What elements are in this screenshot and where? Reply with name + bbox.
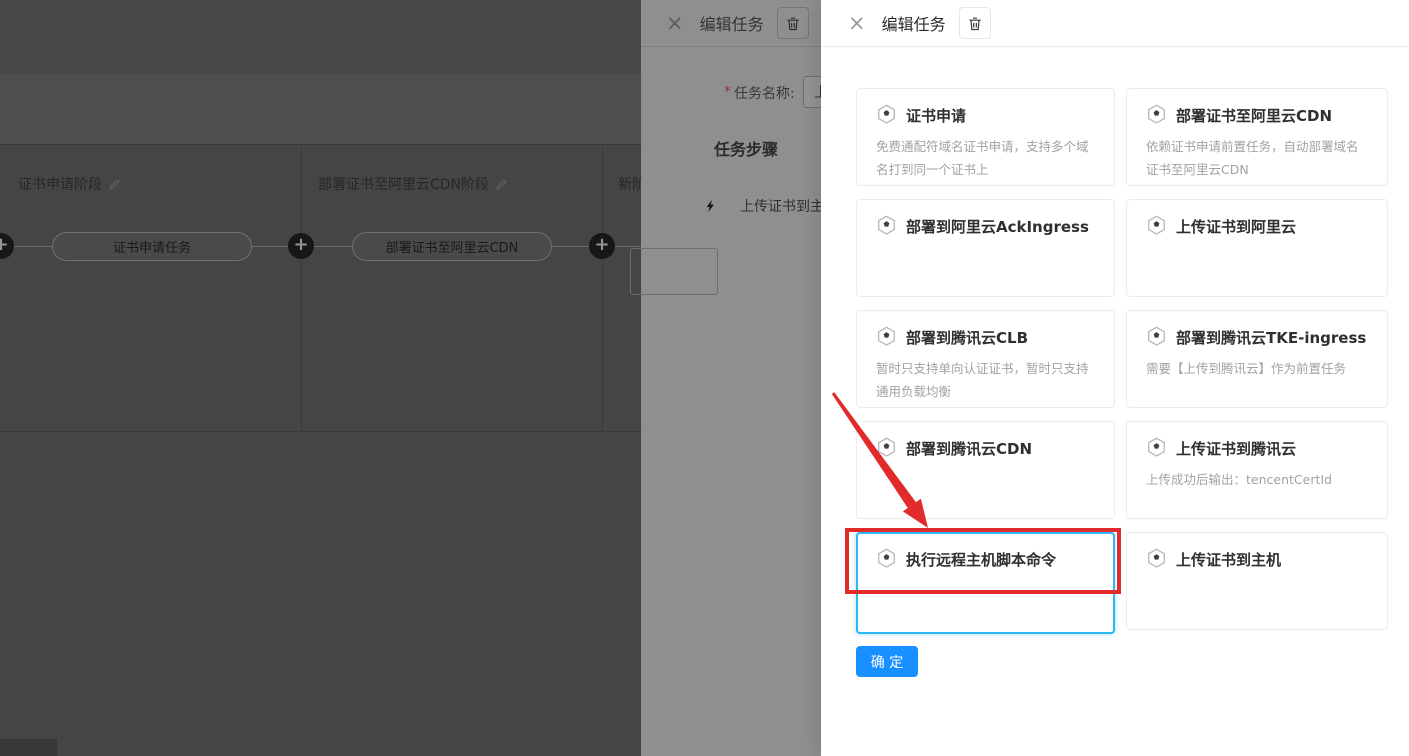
task-name-label: 任务名称: — [734, 83, 795, 103]
lightning-bolt-icon — [704, 198, 718, 214]
hexagon-badge-icon — [1146, 437, 1167, 459]
hexagon-badge-icon — [876, 437, 897, 459]
step-input-box[interactable] — [641, 248, 718, 295]
trash-icon — [967, 15, 983, 32]
card-title-row: 部署到腾讯云TKE-ingress — [1146, 326, 1368, 348]
task-type-card[interactable]: 上传证书到腾讯云 上传成功后输出：tencentCertId — [1126, 421, 1388, 519]
card-description: 需要【上传到腾讯云】作为前置任务 — [1146, 357, 1368, 380]
card-title-row: 部署到腾讯云CLB — [876, 326, 1095, 348]
trash-icon — [785, 15, 801, 32]
task-type-card[interactable]: 证书申请 免费通配符域名证书申请，支持多个域名打到同一个证书上 — [856, 88, 1115, 186]
hexagon-badge-icon — [1146, 215, 1167, 237]
hexagon-badge-icon — [1146, 326, 1167, 348]
card-title: 部署到腾讯云CLB — [906, 327, 1028, 348]
task-type-card[interactable]: 上传证书到主机 — [1126, 532, 1388, 630]
add-task-button[interactable]: + — [0, 233, 14, 259]
card-description: 暂时只支持单向认证证书，暂时只支持通用负载均衡 — [876, 357, 1095, 403]
card-title: 部署证书至阿里云CDN — [1176, 105, 1332, 126]
task-step-label: 上传证书到主机 — [740, 196, 821, 216]
card-title-row: 部署到腾讯云CDN — [876, 437, 1095, 459]
edit-task-drawer-background: × 编辑任务 * 任务名称: 上 任务步骤 上传证书到主机 — [641, 0, 821, 756]
edit-pencil-icon[interactable] — [108, 178, 121, 191]
card-title-row: 执行远程主机脚本命令 — [876, 548, 1095, 570]
close-icon[interactable]: × — [848, 13, 866, 34]
card-title: 证书申请 — [906, 105, 966, 126]
task-step-item[interactable]: 上传证书到主机 — [704, 196, 821, 216]
stage-title-text: 部署证书至阿里云CDN阶段 — [318, 174, 489, 194]
edit-task-drawer: × 编辑任务 证书申请 免费通配符域名证书申请，支持多个域名打到同一个证书上 — [821, 0, 1409, 756]
close-icon[interactable]: × — [666, 13, 684, 34]
card-title-row: 部署证书至阿里云CDN — [1146, 104, 1368, 126]
task-name-row: * 任务名称: 上 — [641, 76, 821, 108]
card-title: 部署到腾讯云TKE-ingress — [1176, 327, 1366, 348]
task-type-card[interactable]: 部署到腾讯云CLB 暂时只支持单向认证证书，暂时只支持通用负载均衡 — [856, 310, 1115, 408]
card-description: 免费通配符域名证书申请，支持多个域名打到同一个证书上 — [876, 135, 1095, 181]
task-pill[interactable]: 部署证书至阿里云CDN — [352, 232, 552, 261]
hexagon-badge-icon — [876, 215, 897, 237]
edit-pencil-icon[interactable] — [495, 178, 508, 191]
card-title-row: 部署到阿里云AckIngress — [876, 215, 1095, 237]
hexagon-badge-icon — [1146, 104, 1167, 126]
card-title: 部署到腾讯云CDN — [906, 438, 1032, 459]
card-title: 部署到阿里云AckIngress — [906, 216, 1089, 237]
canvas-corner-widget — [0, 739, 57, 756]
card-title-row: 上传证书到主机 — [1146, 548, 1368, 570]
hexagon-badge-icon — [876, 548, 897, 570]
task-type-card[interactable]: 部署到腾讯云CDN — [856, 421, 1115, 519]
card-title-row: 上传证书到腾讯云 — [1146, 437, 1368, 459]
drawer-header: × 编辑任务 — [641, 0, 821, 47]
drawer-header: × 编辑任务 — [821, 0, 1409, 47]
card-title: 上传证书到主机 — [1176, 549, 1281, 570]
task-type-card[interactable]: 部署到阿里云AckIngress — [856, 199, 1115, 297]
drawer-title: 编辑任务 — [882, 11, 946, 35]
card-title: 执行远程主机脚本命令 — [906, 549, 1056, 570]
drawer-title: 编辑任务 — [700, 11, 764, 35]
delete-task-button[interactable] — [959, 7, 991, 39]
task-steps-heading: 任务步骤 — [714, 136, 778, 160]
stage-title: 证书申请阶段 — [18, 174, 121, 194]
required-asterisk: * — [724, 84, 731, 100]
hexagon-badge-icon — [876, 104, 897, 126]
card-description: 依赖证书申请前置任务，自动部署域名证书至阿里云CDN — [1146, 135, 1368, 181]
task-type-card[interactable]: 部署到腾讯云TKE-ingress 需要【上传到腾讯云】作为前置任务 — [1126, 310, 1388, 408]
card-title: 上传证书到腾讯云 — [1176, 438, 1296, 459]
delete-task-button[interactable] — [777, 7, 809, 39]
task-type-card[interactable]: 上传证书到阿里云 — [1126, 199, 1388, 297]
task-type-card[interactable]: 部署证书至阿里云CDN 依赖证书申请前置任务，自动部署域名证书至阿里云CDN — [1126, 88, 1388, 186]
add-task-button[interactable]: + — [288, 233, 314, 259]
task-pill[interactable]: 证书申请任务 — [52, 232, 252, 261]
app-root: 证书申请阶段 部署证书至阿里云CDN阶段 新阶段 证书申请任务 部署证书至阿里云… — [0, 0, 1409, 756]
stage-divider — [602, 146, 603, 432]
card-title: 上传证书到阿里云 — [1176, 216, 1296, 237]
add-task-button[interactable]: + — [589, 233, 615, 259]
card-description: 上传成功后输出：tencentCertId — [1146, 468, 1368, 491]
stage-divider — [301, 146, 302, 432]
card-title-row: 证书申请 — [876, 104, 1095, 126]
stage-title-text: 证书申请阶段 — [18, 174, 102, 194]
card-title-row: 上传证书到阿里云 — [1146, 215, 1368, 237]
task-type-card[interactable]: 执行远程主机脚本命令 — [856, 532, 1115, 634]
hexagon-badge-icon — [1146, 548, 1167, 570]
confirm-button[interactable]: 确 定 — [856, 646, 918, 677]
stage-title: 部署证书至阿里云CDN阶段 — [318, 174, 508, 194]
canvas-divider — [0, 431, 641, 432]
task-name-input[interactable]: 上 — [803, 76, 821, 108]
hexagon-badge-icon — [876, 326, 897, 348]
task-type-grid: 证书申请 免费通配符域名证书申请，支持多个域名打到同一个证书上 部署证书至阿里云… — [856, 88, 1388, 630]
